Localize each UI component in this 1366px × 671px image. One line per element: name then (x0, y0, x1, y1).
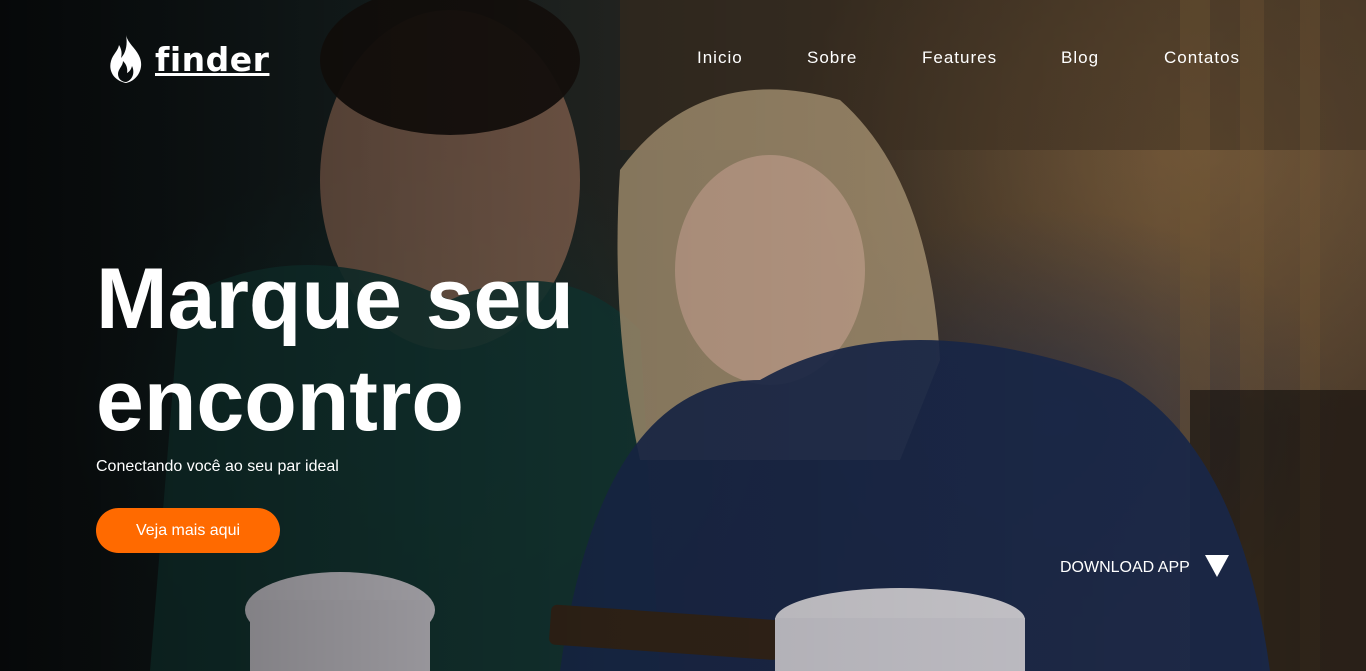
hero-section: finder Inicio Sobre Features Blog Contat… (0, 0, 1366, 671)
hero-headline-line2: encontro (96, 353, 464, 449)
site-header: finder Inicio Sobre Features Blog Contat… (0, 30, 1366, 90)
hero-subtitle: Conectando você ao seu par ideal (96, 458, 339, 475)
hero-headline-line1: Marque seu (96, 251, 574, 347)
triangle-down-icon (1204, 555, 1229, 577)
download-app-link[interactable]: DOWNLOAD APP (1060, 555, 1229, 577)
nav-item-features[interactable]: Features (922, 48, 997, 68)
nav-item-blog[interactable]: Blog (1061, 48, 1099, 68)
nav-item-inicio[interactable]: Inicio (697, 48, 743, 68)
logo-text: finder (155, 39, 270, 79)
nav-item-contatos[interactable]: Contatos (1164, 48, 1240, 68)
download-app-label: DOWNLOAD APP (1060, 558, 1190, 576)
logo[interactable]: finder (107, 34, 269, 84)
flame-icon (110, 35, 142, 83)
nav-item-sobre[interactable]: Sobre (807, 48, 857, 68)
see-more-button[interactable]: Veja mais aqui (96, 508, 280, 553)
hero-headline: Marque seu encontro (96, 248, 656, 452)
